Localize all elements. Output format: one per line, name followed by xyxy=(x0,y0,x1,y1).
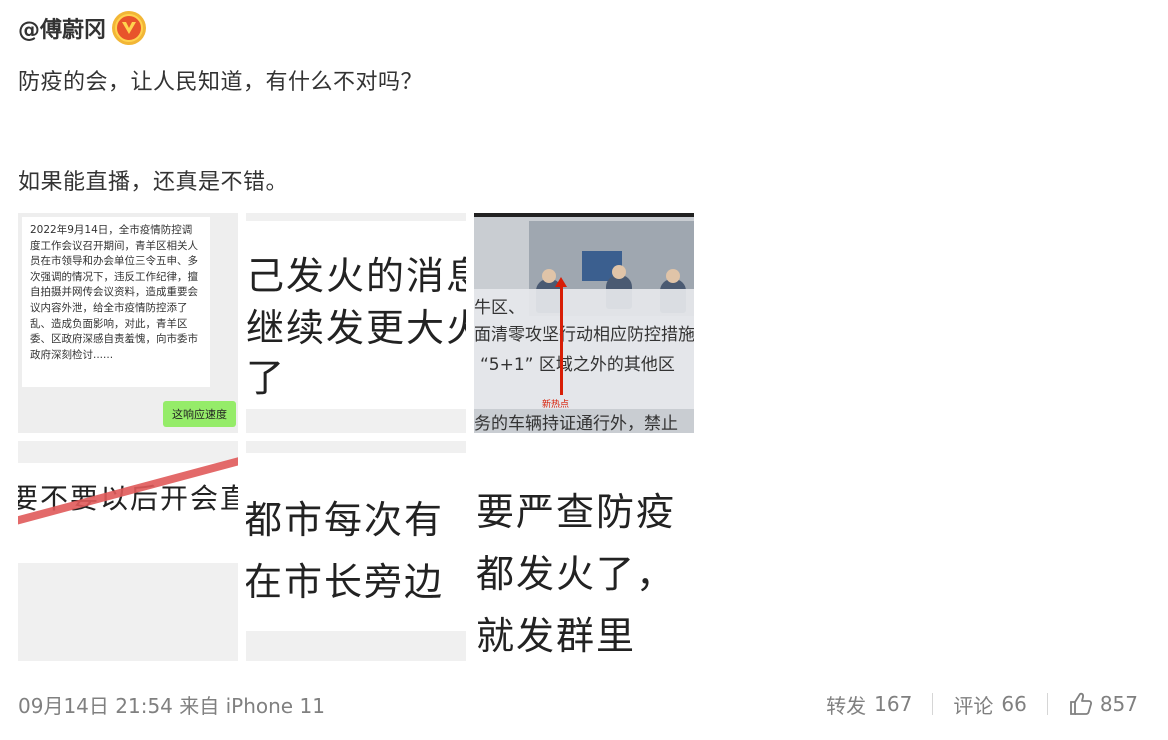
slide-text: 面清零攻坚行动相应防控措施 xyxy=(474,325,694,345)
image-thumbnail-5[interactable]: 都市每次有 在市长旁边 xyxy=(246,441,466,661)
image-text: 在市长旁边 xyxy=(246,560,445,604)
image-text: 要严查防疫 xyxy=(476,490,677,534)
arrow-head-icon xyxy=(555,277,567,287)
comment-count: 66 xyxy=(1001,692,1027,716)
post-meta: 09月14日 21:54 来自 iPhone 11 xyxy=(18,694,325,718)
image-thumbnail-2[interactable]: 己发火的消息 继续发更大火 了 xyxy=(246,213,466,433)
image-text: 都市每次有 xyxy=(246,498,445,542)
image-text: 继续发更大火 xyxy=(246,306,466,350)
person-head xyxy=(666,269,680,283)
chat-reply-bubble: 这响应速度 xyxy=(163,401,236,427)
image-text: 了 xyxy=(246,356,287,400)
image-thumbnail-4[interactable]: 要不要以后开会直播 xyxy=(18,441,238,661)
image-grid: 2022年9月14日，全市疫情防控调度工作会议召开期间，青羊区相关人员在市领导和… xyxy=(18,213,694,661)
image-thumbnail-1[interactable]: 2022年9月14日，全市疫情防控调度工作会议召开期间，青羊区相关人员在市领导和… xyxy=(18,213,238,433)
red-arrow xyxy=(560,283,563,395)
image-thumbnail-3[interactable]: 牛区、 面清零攻坚行动相应防控措施 “5+1” 区域之外的其他区 新热点 务的车… xyxy=(474,213,694,433)
post-text-line: 如果能直播，还真是不错。 xyxy=(18,170,289,195)
image-text: 就发群里 xyxy=(476,614,637,658)
repost-count: 167 xyxy=(874,692,913,716)
image-border xyxy=(474,213,694,217)
verified-badge-icon xyxy=(112,11,147,45)
divider xyxy=(1046,693,1048,715)
comment-button[interactable]: 评论 66 xyxy=(953,690,1026,719)
post-text-line: 防疫的会，让人民知道，有什么不对吗？ xyxy=(18,70,424,95)
thumbs-up-icon xyxy=(1069,692,1092,715)
slide-text: “5+1” 区域之外的其他区 xyxy=(480,355,675,375)
post-header: @傅蔚冈 xyxy=(18,10,147,46)
like-count: 857 xyxy=(1099,692,1138,716)
comment-label: 评论 xyxy=(953,693,994,718)
image-text: 都发火了， xyxy=(476,552,677,596)
like-button[interactable]: 857 xyxy=(1068,691,1138,717)
divider xyxy=(932,693,934,715)
post-footer: 09月14日 21:54 来自 iPhone 11 转发 167 评论 66 8… xyxy=(18,690,1138,718)
image-thumbnail-6[interactable]: 要严查防疫 都发火了， 就发群里 xyxy=(474,441,694,661)
repost-label: 转发 xyxy=(826,693,867,718)
action-bar: 转发 167 评论 66 857 xyxy=(826,690,1138,718)
chat-message: 2022年9月14日，全市疫情防控调度工作会议召开期间，青羊区相关人员在市领导和… xyxy=(22,217,210,387)
person-head xyxy=(612,265,626,279)
slide-text: 务的车辆持证通行外，禁止 xyxy=(474,414,678,433)
person-head xyxy=(542,269,556,283)
repost-button[interactable]: 转发 167 xyxy=(826,690,912,719)
image-text: 己发火的消息 xyxy=(246,254,466,298)
author-name[interactable]: @傅蔚冈 xyxy=(18,12,106,44)
slide-text: 牛区、 xyxy=(474,298,525,318)
